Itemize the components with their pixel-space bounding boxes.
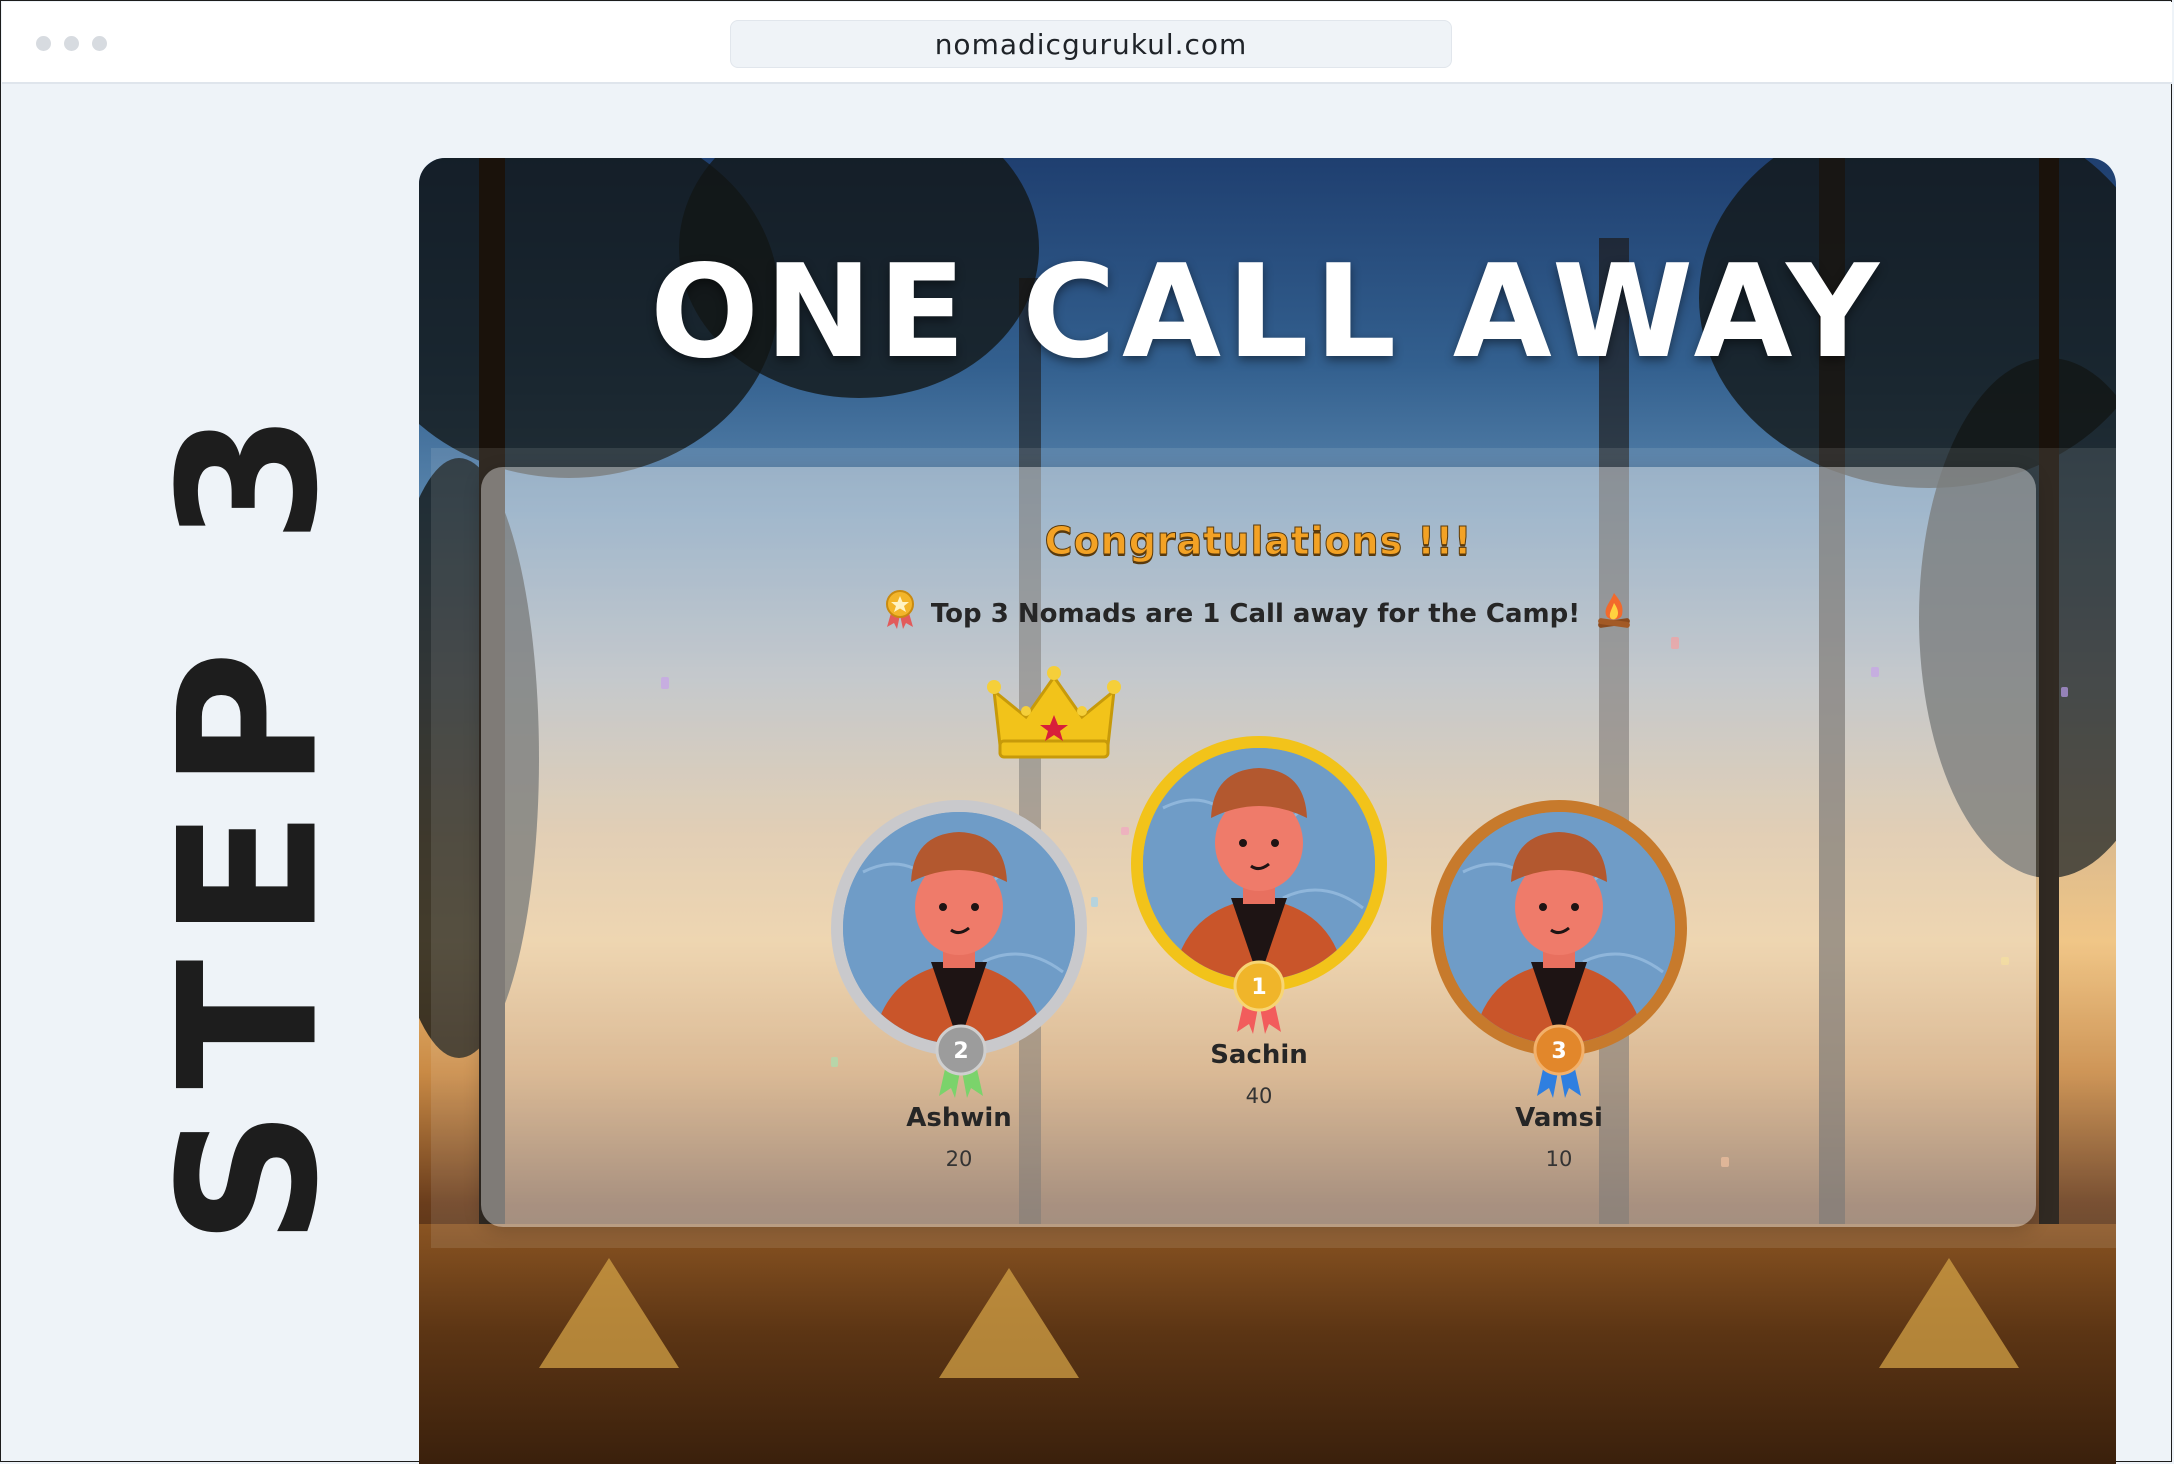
confetti-piece <box>831 1057 838 1067</box>
rank-number: 3 <box>1551 1039 1566 1064</box>
medal-icon <box>883 589 917 638</box>
address-bar[interactable]: nomadicgurukul.com <box>730 20 1452 68</box>
player-score: 20 <box>945 1147 973 1171</box>
browser-window: nomadicgurukul.com STEP 3 ONE CALL AWAY … <box>0 0 2172 1464</box>
tent <box>1879 1258 2019 1368</box>
minimize-dot[interactable] <box>64 36 79 51</box>
leaderboard-card: Congratulations !!! Top 3 Nomads are 1 C… <box>481 467 2068 1227</box>
hero-scene: ONE CALL AWAY Congratulations !!! Top 3 … <box>419 158 2116 1464</box>
subtitle-text: Top 3 Nomads are 1 Call away for the Cam… <box>930 598 1581 629</box>
confetti-piece <box>1871 667 1879 677</box>
avatar <box>831 800 1087 1056</box>
leaderboard-subtitle: Top 3 Nomads are 1 Call away for the Cam… <box>481 589 2036 638</box>
close-dot[interactable] <box>36 36 51 51</box>
player-name: Vamsi <box>1515 1103 1603 1133</box>
player-name: Ashwin <box>906 1103 1012 1133</box>
player-name: Sachin <box>1210 1040 1308 1070</box>
confetti-piece <box>2061 687 2068 697</box>
hero-title: ONE CALL AWAY <box>650 238 1885 387</box>
avatar-illustration <box>1443 812 1675 1044</box>
player-score: 40 <box>1245 1084 1273 1108</box>
confetti-piece <box>1721 1157 1729 1167</box>
rank-medal: 3 <box>1533 1024 1585 1098</box>
address-bar-url: nomadicgurukul.com <box>934 27 1248 61</box>
rank-medal: 2 <box>935 1024 987 1098</box>
congratulations-heading: Congratulations !!! <box>1044 519 1473 564</box>
avatar <box>1131 736 1387 992</box>
window-controls <box>36 36 107 51</box>
tent <box>939 1268 1079 1378</box>
confetti-piece <box>1671 637 1679 649</box>
confetti-piece <box>1121 827 1129 835</box>
avatar-illustration <box>1143 748 1375 980</box>
confetti-piece <box>2001 957 2009 965</box>
crown-icon <box>987 666 1121 759</box>
maximize-dot[interactable] <box>92 36 107 51</box>
rank-medal: 1 <box>1233 960 1285 1034</box>
avatar-illustration <box>843 812 1075 1044</box>
step-label: STEP 3 <box>138 392 360 1246</box>
player-score: 10 <box>1545 1147 1573 1171</box>
tent <box>539 1258 679 1368</box>
rank-number: 1 <box>1251 975 1266 1000</box>
rank-number: 2 <box>953 1039 968 1064</box>
avatar <box>1431 800 1687 1056</box>
confetti-piece <box>661 677 669 689</box>
browser-toolbar: nomadicgurukul.com <box>2 2 2172 84</box>
confetti-piece <box>1091 897 1098 907</box>
campfire-icon <box>1594 589 1634 638</box>
